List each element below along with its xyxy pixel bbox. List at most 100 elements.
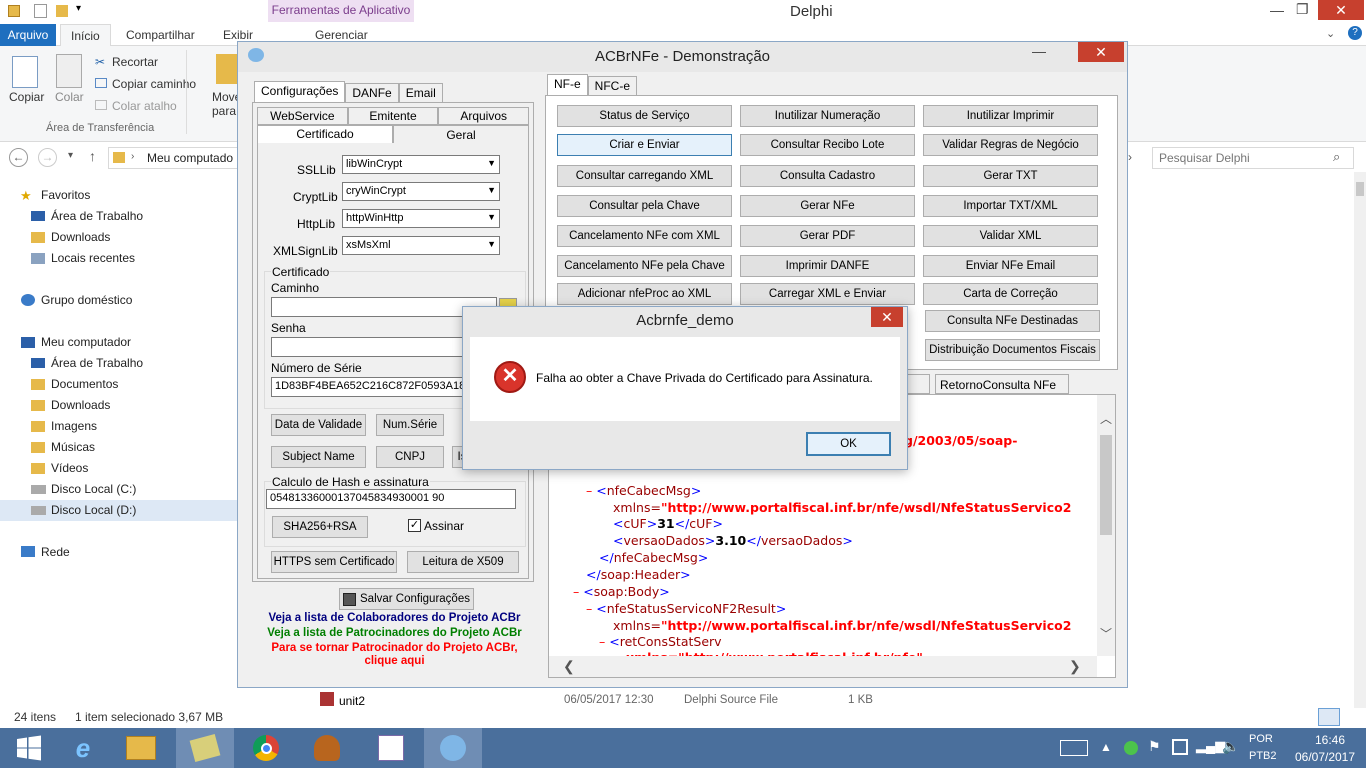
scroll-right-icon[interactable]: ❯ [1069,658,1081,675]
colaboradores-link[interactable]: Veja a lista de Colaboradores do Projeto… [252,612,537,624]
nfe-action-button[interactable]: Cancelamento NFe com XML [557,225,732,247]
scroll-thumb[interactable] [1100,435,1112,535]
taskbar-acbrnfe[interactable] [424,728,482,768]
cryptlib-combo[interactable]: cryWinCrypt ▼ [342,182,500,201]
nfe-action-button[interactable]: Consultar pela Chave [557,195,732,217]
cnpj-button[interactable]: CNPJ [376,446,444,468]
xml-hscrollbar[interactable]: ❮ ❯ [549,656,1097,677]
consulta-nfe-destinadas-button[interactable]: Consulta NFe Destinadas [925,310,1100,332]
nfe-action-button[interactable]: Validar Regras de Negócio [923,134,1098,156]
nav-fav-recent[interactable]: Locais recentes [51,248,135,269]
move-to-label2[interactable]: para [212,104,236,118]
signal-icon[interactable]: ▂▄▆ [1196,738,1225,754]
tab-home[interactable]: Início [60,24,111,46]
up-icon[interactable]: ↑ [89,148,96,164]
ok-button[interactable]: OK [806,432,891,456]
tab-certificado[interactable]: Certificado [257,125,393,145]
nfe-action-button[interactable]: Criar e Enviar [557,134,732,156]
search-box[interactable]: Pesquisar Delphi ⌕ [1152,147,1354,169]
explorer-close-button[interactable]: ✕ [1318,0,1364,20]
paste-shortcut-button[interactable]: Colar atalho [112,99,177,113]
paste-icon[interactable] [56,54,82,88]
nfe-action-button[interactable]: Carregar XML e Enviar [740,283,915,305]
taskbar-ie[interactable]: e [54,728,112,768]
clock-time[interactable]: 16:46 [1300,733,1360,747]
collapse-icon[interactable]: – [573,584,579,599]
nav-pc-downloads[interactable]: Downloads [51,395,110,416]
help-icon[interactable]: ? [1348,26,1362,40]
nfe-action-button[interactable]: Inutilizar Imprimir [923,105,1098,127]
dialog-close-button[interactable]: ✕ [871,307,903,327]
nfe-action-button[interactable]: Consultar carregando XML [557,165,732,187]
taskbar-delphi-folder[interactable] [176,728,234,768]
distribuicao-documentos-button[interactable]: Distribuição Documentos Fiscais [925,339,1100,361]
tab-danfe[interactable]: DANFe [345,83,399,102]
properties-icon[interactable] [34,4,47,18]
collapse-icon[interactable]: – [586,601,592,616]
scroll-up-icon[interactable]: ︿ [1100,410,1112,427]
nav-computer[interactable]: Meu computador [41,332,131,353]
explorer-scrollbar[interactable] [1354,172,1366,708]
xmlsignlib-combo[interactable]: xsMsXml ▼ [342,236,500,255]
minimize-icon[interactable]: — [1270,2,1284,18]
address-refresh-icon[interactable]: › [1128,150,1132,164]
start-button[interactable] [0,728,58,768]
nav-pc-music[interactable]: Músicas [51,437,95,458]
nfe-action-button[interactable]: Consulta Cadastro [740,165,915,187]
clique-aqui-link[interactable]: clique aqui [252,655,537,667]
tab-nfce[interactable]: NFC-e [587,76,638,95]
salvar-configuracoes-button[interactable]: Salvar Configurações [339,588,474,610]
tab-file[interactable]: Arquivo [0,24,56,46]
taskbar-explorer[interactable] [112,728,170,768]
nav-favorites[interactable]: Favoritos [41,185,90,206]
tab-email[interactable]: Email [398,83,443,102]
tab-share[interactable]: Compartilhar [116,24,205,46]
flag-icon[interactable]: ⚑ [1148,738,1161,755]
scroll-thumb[interactable] [1356,182,1364,196]
keyboard-icon[interactable] [1060,740,1088,756]
breadcrumb[interactable]: Meu computado [147,151,233,165]
nfe-action-button[interactable]: Importar TXT/XML [923,195,1098,217]
tab-arquivos[interactable]: Arquivos [438,107,530,125]
search-input[interactable]: Pesquisar Delphi [1159,151,1250,165]
collapse-icon[interactable]: – [599,634,605,649]
tab-webservice[interactable]: WebService [257,107,348,125]
nav-fav-downloads[interactable]: Downloads [51,227,110,248]
tornar-patrocinador-link[interactable]: Para se tornar Patrocinador do Projeto A… [252,642,537,654]
sha256-rsa-button[interactable]: SHA256+RSA [272,516,368,538]
nfe-action-button[interactable]: Validar XML [923,225,1098,247]
copy-icon[interactable] [12,56,38,88]
num-serie-button[interactable]: Num.Série [376,414,444,436]
nav-pc-drive-c[interactable]: Disco Local (C:) [51,479,136,500]
nfe-action-button[interactable]: Inutilizar Numeração [740,105,915,127]
nfe-action-button[interactable]: Gerar NFe [740,195,915,217]
nav-pc-drive-d[interactable]: Disco Local (D:) [51,500,136,521]
nfe-action-button[interactable]: Adicionar nfeProc ao XML [557,283,732,305]
hash-input[interactable]: 05481336000137045834930001 90 [266,489,516,509]
ribbon-expand-icon[interactable]: ⌄ [1326,27,1335,40]
nav-pc-pictures[interactable]: Imagens [51,416,97,437]
nfe-action-button[interactable]: Consultar Recibo Lote [740,134,915,156]
nav-homegroup[interactable]: Grupo doméstico [41,290,132,311]
restore-icon[interactable]: ❐ [1296,1,1309,18]
paste-label[interactable]: Colar [55,90,84,104]
nfe-action-button[interactable]: Cancelamento NFe pela Chave [557,255,732,277]
nfe-action-button[interactable]: Enviar NFe Email [923,255,1098,277]
details-view-icon[interactable] [1318,708,1340,726]
nfe-action-button[interactable]: Carta de Correção [923,283,1098,305]
language-primary[interactable]: POR [1249,733,1273,745]
nav-pc-videos[interactable]: Vídeos [51,458,88,479]
acbr-close-button[interactable]: ✕ [1078,42,1124,62]
file-name[interactable]: unit2 [339,694,365,708]
copy-path-button[interactable]: Copiar caminho [112,77,196,91]
taskbar-delphi-ide[interactable] [298,728,356,768]
taskbar-chrome[interactable] [237,728,295,768]
acbr-minimize-icon[interactable]: — [1032,43,1046,59]
tab-nfe[interactable]: NF-e [547,74,588,95]
search-icon[interactable]: ⌕ [1333,149,1340,165]
update-icon[interactable] [1124,741,1138,755]
nav-fav-desktop[interactable]: Área de Trabalho [51,206,143,227]
scroll-down-icon[interactable]: ﹀ [1100,625,1112,642]
tab-configuracoes[interactable]: Configurações [254,81,346,102]
address-box[interactable]: › Meu computado [108,147,240,169]
